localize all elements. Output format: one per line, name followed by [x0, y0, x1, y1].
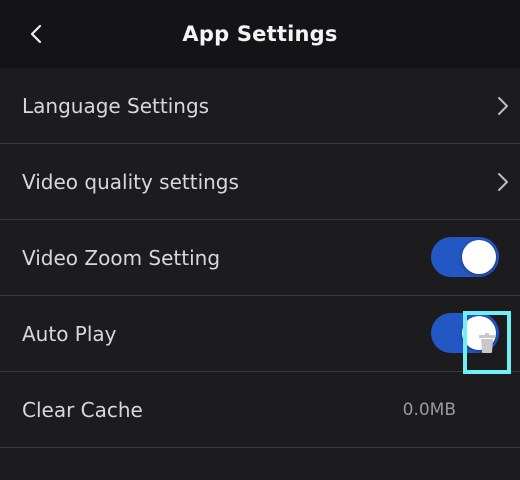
chevron-right-icon	[498, 173, 508, 191]
page-title: App Settings	[182, 22, 338, 46]
video-zoom-setting-row: Video Zoom Setting	[0, 220, 520, 296]
clear-cache-button[interactable]	[463, 311, 511, 374]
language-settings-label: Language Settings	[22, 94, 210, 118]
toggle-knob	[462, 240, 496, 274]
trash-icon	[479, 332, 495, 353]
video-zoom-setting-label: Video Zoom Setting	[22, 246, 221, 270]
language-settings-row[interactable]: Language Settings	[0, 68, 520, 144]
chevron-left-icon	[30, 24, 42, 44]
auto-play-row: Auto Play	[0, 296, 520, 372]
chevron-right-icon	[498, 97, 508, 115]
header-bar: App Settings	[0, 0, 520, 68]
video-zoom-toggle[interactable]	[431, 237, 499, 277]
video-quality-settings-label: Video quality settings	[22, 170, 239, 194]
clear-cache-row[interactable]: Clear Cache 0.0MB	[0, 372, 520, 448]
settings-list: Language Settings Video quality settings…	[0, 68, 520, 448]
auto-play-label: Auto Play	[22, 322, 117, 346]
clear-cache-label: Clear Cache	[22, 398, 143, 422]
cache-size-value: 0.0MB	[402, 400, 456, 420]
video-quality-settings-row[interactable]: Video quality settings	[0, 144, 520, 220]
back-button[interactable]	[14, 14, 58, 54]
